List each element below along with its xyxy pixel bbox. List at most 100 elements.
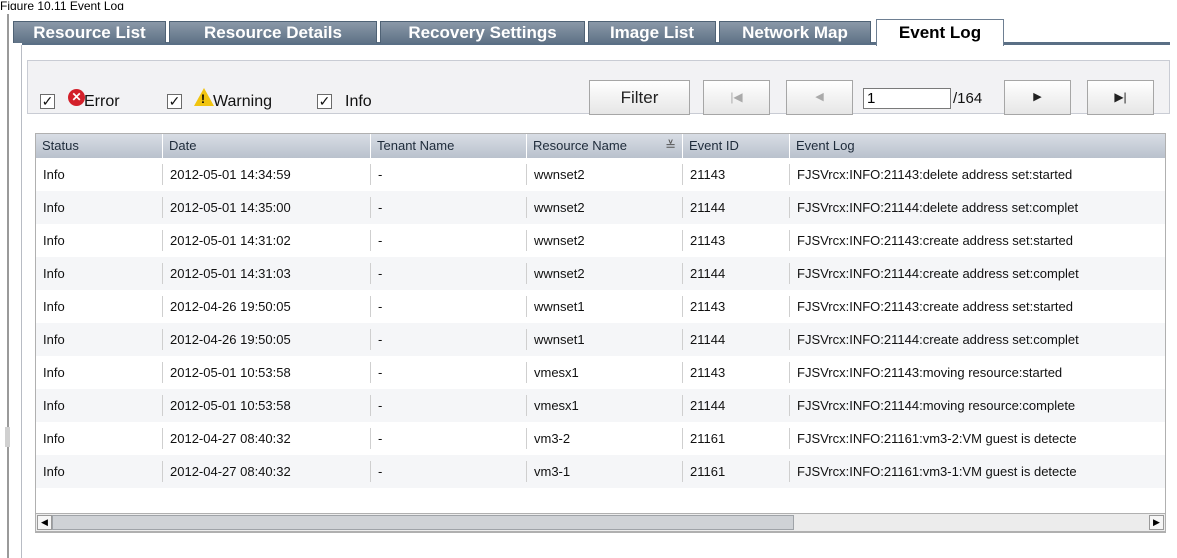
column-separator xyxy=(682,362,683,383)
event-log-table: Status Date Tenant Name Resource Name ≚ … xyxy=(35,133,1166,533)
warning-filter-checkbox[interactable]: ✓ xyxy=(167,94,182,109)
table-row[interactable]: Info 2012-05-01 14:31:02 - wwnset2 21143 FJSV… xyxy=(36,224,1165,257)
column-separator xyxy=(370,164,371,185)
column-separator xyxy=(162,197,163,218)
column-separator xyxy=(370,428,371,449)
next-page-button[interactable]: ▶ xyxy=(1004,80,1071,115)
tab-event-log[interactable]: Event Log xyxy=(876,19,1004,46)
column-header-event-id[interactable]: Event ID xyxy=(683,134,790,158)
column-separator xyxy=(789,428,790,449)
cell-event-log: FJSVrcx:INFO:21143:create address set:st… xyxy=(797,299,1074,314)
column-separator xyxy=(526,230,527,251)
column-separator xyxy=(162,296,163,317)
table-row[interactable]: Info 2012-05-01 14:35:00 - wwnset2 21144 FJSV… xyxy=(36,191,1165,224)
cell-event-id: 21143 xyxy=(690,233,726,248)
tab-resource-details[interactable]: Resource Details xyxy=(169,21,377,43)
table-row[interactable]: Info 2012-04-27 08:40:32 - vm3-2 21161 FJSVrc… xyxy=(36,422,1165,455)
cell-event-log: FJSVrcx:INFO:21161:vm3-2:VM guest is det… xyxy=(797,431,1077,446)
page-total: /164 xyxy=(953,90,983,107)
scroll-left-arrow-icon[interactable]: ◀ xyxy=(37,515,52,530)
column-separator xyxy=(370,296,371,317)
column-separator xyxy=(526,197,527,218)
cell-date: 2012-05-01 14:31:03 xyxy=(170,266,291,281)
column-separator xyxy=(370,230,371,251)
table-row[interactable]: Info 2012-05-01 10:53:58 - vmesx1 21143 FJSVr… xyxy=(36,356,1165,389)
column-separator xyxy=(162,230,163,251)
column-separator xyxy=(789,230,790,251)
cell-event-log: FJSVrcx:INFO:21144:delete address set:co… xyxy=(797,200,1079,215)
table-row[interactable]: Info 2012-04-27 08:40:32 - vm3-1 21161 FJSVrc… xyxy=(36,455,1165,488)
cell-event-id: 21144 xyxy=(690,200,726,215)
warning-filter-label: Warning xyxy=(213,93,272,110)
cell-resource-name: vmesx1 xyxy=(534,365,579,380)
column-separator xyxy=(789,395,790,416)
column-separator xyxy=(789,164,790,185)
cell-event-log: FJSVrcx:INFO:21143:create address set:st… xyxy=(797,233,1074,248)
cell-status: Info xyxy=(43,167,65,182)
info-filter-checkbox[interactable]: ✓ xyxy=(317,94,332,109)
cell-tenant-name: - xyxy=(378,167,383,182)
column-separator xyxy=(526,296,527,317)
column-header-resource-name[interactable]: Resource Name ≚ xyxy=(527,134,683,158)
cell-status: Info xyxy=(43,464,65,479)
table-row[interactable]: Info 2012-05-01 14:31:03 - wwnset2 21144 FJSV… xyxy=(36,257,1165,290)
column-separator xyxy=(526,263,527,284)
sort-icon[interactable]: ≚ xyxy=(665,134,676,158)
column-separator xyxy=(682,329,683,350)
page-number-input[interactable]: 1 xyxy=(863,88,951,109)
tab-recovery-settings[interactable]: Recovery Settings xyxy=(380,21,585,43)
cell-event-id: 21143 xyxy=(690,167,726,182)
column-separator xyxy=(370,395,371,416)
left-divider-handle[interactable] xyxy=(5,427,10,447)
cell-date: 2012-05-01 10:53:58 xyxy=(170,398,291,413)
column-separator xyxy=(370,263,371,284)
cell-event-log: FJSVrcx:INFO:21144:create address set:co… xyxy=(797,332,1079,347)
column-separator xyxy=(162,461,163,482)
horizontal-scrollbar[interactable]: ◀ ▶ xyxy=(35,513,1166,532)
column-header-event-log[interactable]: Event Log xyxy=(790,134,1165,158)
cell-event-log: FJSVrcx:INFO:21144:moving resource:compl… xyxy=(797,398,1076,413)
column-separator xyxy=(789,296,790,317)
table-row[interactable]: Info 2012-05-01 14:34:59 - wwnset2 21143 FJSV… xyxy=(36,158,1165,191)
table-row[interactable]: Info 2012-05-01 10:53:58 - vmesx1 21144 FJSVr… xyxy=(36,389,1165,422)
tab-network-map[interactable]: Network Map xyxy=(719,21,871,43)
tab-resource-list[interactable]: Resource List xyxy=(13,21,166,43)
column-separator xyxy=(162,329,163,350)
cell-resource-name: vm3-2 xyxy=(534,431,571,446)
cell-event-id: 21143 xyxy=(690,365,726,380)
column-separator xyxy=(162,164,163,185)
table-row[interactable]: Info 2012-04-26 19:50:05 - wwnset1 21143 FJSV… xyxy=(36,290,1165,323)
column-separator xyxy=(682,263,683,284)
column-separator xyxy=(526,395,527,416)
error-filter-label: Error xyxy=(84,93,120,110)
cell-tenant-name: - xyxy=(378,200,383,215)
column-separator xyxy=(162,428,163,449)
cell-event-log: FJSVrcx:INFO:21144:create address set:co… xyxy=(797,266,1079,281)
cell-event-id: 21161 xyxy=(690,431,726,446)
column-separator xyxy=(682,296,683,317)
prev-page-button[interactable]: ◀ xyxy=(786,80,853,115)
cell-tenant-name: - xyxy=(378,398,383,413)
column-separator xyxy=(789,362,790,383)
figure-caption: Figure 10.11 Event Log xyxy=(0,0,124,10)
column-header-date[interactable]: Date xyxy=(163,134,371,158)
cell-date: 2012-04-26 19:50:05 xyxy=(170,299,291,314)
column-separator xyxy=(526,461,527,482)
cell-tenant-name: - xyxy=(378,266,383,281)
last-page-button[interactable]: ▶| xyxy=(1087,80,1154,115)
column-header-tenant-name[interactable]: Tenant Name xyxy=(371,134,527,158)
error-filter-checkbox[interactable]: ✓ xyxy=(40,94,55,109)
scroll-right-arrow-icon[interactable]: ▶ xyxy=(1149,515,1164,530)
column-header-status[interactable]: Status xyxy=(36,134,163,158)
first-page-button[interactable]: |◀ xyxy=(703,80,770,115)
tab-image-list[interactable]: Image List xyxy=(588,21,716,43)
column-separator xyxy=(682,395,683,416)
table-row[interactable]: Info 2012-04-26 19:50:05 - wwnset1 21144 FJSV… xyxy=(36,323,1165,356)
cell-event-id: 21144 xyxy=(690,266,726,281)
column-separator xyxy=(682,428,683,449)
warning-icon: ! xyxy=(194,88,214,106)
filter-button[interactable]: Filter xyxy=(589,80,690,115)
cell-resource-name: wwnset1 xyxy=(534,299,585,314)
scrollbar-thumb[interactable] xyxy=(52,515,794,530)
cell-date: 2012-04-27 08:40:32 xyxy=(170,431,291,446)
